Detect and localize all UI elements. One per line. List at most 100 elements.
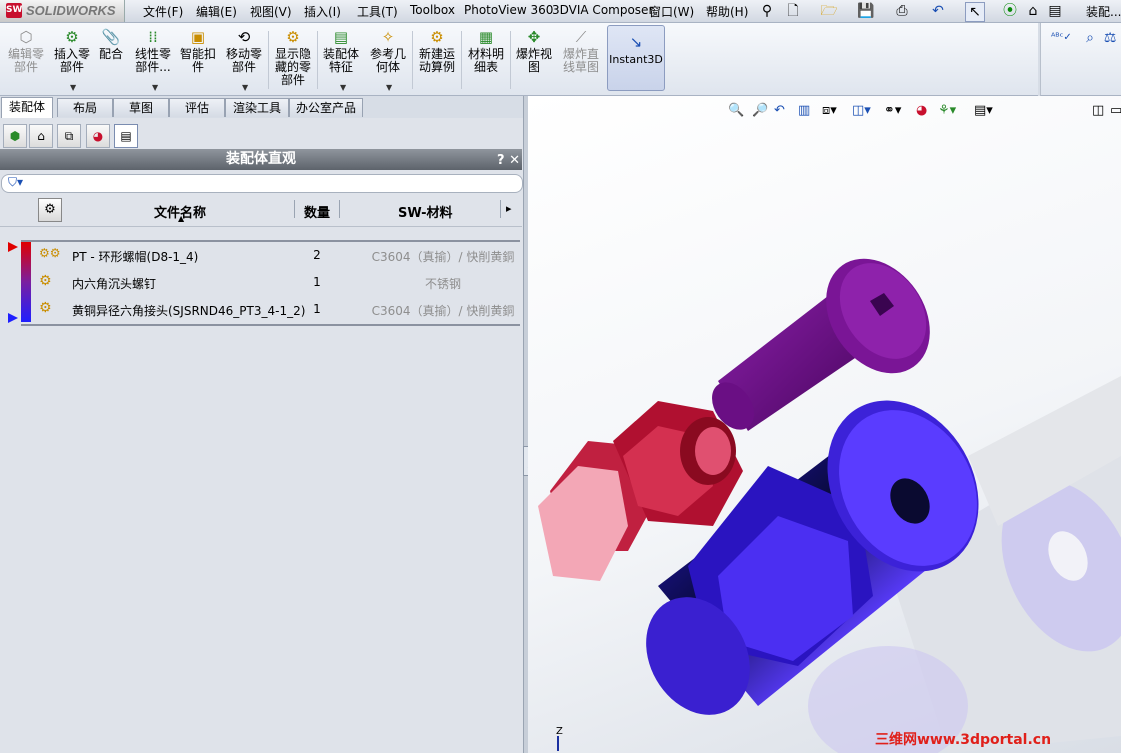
assembly-feature-icon: ▤: [333, 28, 349, 46]
slider-top-marker[interactable]: [8, 242, 18, 252]
assembly-visualization-icon[interactable]: ▤: [114, 124, 138, 148]
exploded-view-button[interactable]: ✥ 爆炸视 图: [513, 27, 555, 74]
close-icon[interactable]: ✕: [509, 153, 520, 168]
tab-layout[interactable]: 布局: [57, 98, 113, 117]
measure-icon[interactable]: ⌕: [1081, 29, 1099, 47]
edit-appearance-icon[interactable]: ◕: [916, 103, 927, 118]
feature-manager-icon[interactable]: ⬢: [3, 124, 27, 148]
menu-photoview[interactable]: PhotoView 360: [464, 3, 553, 17]
column-header-material[interactable]: SW-材料: [398, 202, 453, 221]
view-settings-icon[interactable]: ▤▾: [974, 103, 993, 118]
view-orientation-icon[interactable]: ⧈▾: [822, 103, 837, 118]
assembly-features-button[interactable]: ▤ 装配体 特征: [320, 27, 362, 74]
menu-insert[interactable]: 插入(I): [304, 3, 341, 20]
mass-properties-icon[interactable]: ⚖: [1101, 29, 1119, 47]
tab-assembly[interactable]: 装配体: [1, 97, 53, 118]
column-divider[interactable]: [294, 200, 295, 218]
new-document-icon[interactable]: 🗋: [784, 2, 802, 20]
smart-fastener-button[interactable]: ▣ 智能扣 件: [178, 27, 218, 74]
menu-tools[interactable]: 工具(T): [357, 3, 398, 20]
show-hidden-components-button[interactable]: ⚙ 显示隐 藏的零 部件: [272, 27, 314, 87]
select-pointer-icon[interactable]: ↖: [965, 2, 985, 22]
bill-of-materials-button[interactable]: ▦ 材料明 细表: [465, 27, 507, 74]
pin-icon[interactable]: ⚲: [758, 2, 776, 20]
command-separator: [461, 31, 462, 89]
move-component-button[interactable]: ⟲ 移动零 部件: [223, 27, 265, 74]
chevron-down-icon[interactable]: ▼: [386, 83, 392, 92]
insert-component-button[interactable]: ⚙ 插入零 部件: [52, 27, 92, 74]
insert-component-icon: ⚙: [65, 28, 79, 46]
linear-pattern-icon: ⁞⁞: [148, 28, 158, 46]
instant3d-button[interactable]: ↘ Instant3D: [607, 25, 665, 91]
row-file-name: PT - 环形螺帽(D8-1_4): [72, 250, 199, 264]
column-header-quantity[interactable]: 数量: [304, 202, 330, 221]
chevron-down-icon[interactable]: ▼: [242, 83, 248, 92]
section-view-icon[interactable]: ▥: [798, 103, 810, 118]
graphics-viewport[interactable]: [528, 96, 1121, 753]
menu-edit[interactable]: 编辑(E): [196, 3, 237, 20]
solidworks-logo[interactable]: SW SOLIDWORKS: [0, 0, 125, 22]
bom-icon: ▦: [478, 28, 494, 46]
reference-geometry-button[interactable]: ✧ 参考几 何体: [367, 27, 409, 74]
explode-line-sketch-button[interactable]: ⟋ 爆炸直 线草图: [559, 27, 603, 74]
menu-toolbox[interactable]: Toolbox: [410, 3, 455, 17]
apply-scene-icon[interactable]: ⚘▾: [938, 103, 956, 118]
zoom-to-area-icon[interactable]: 🔎: [752, 103, 768, 118]
traffic-light-icon[interactable]: ⦿: [1001, 2, 1019, 20]
table-row[interactable]: ⚙ 内六角沉头螺钉 1 不锈钢: [21, 269, 520, 295]
linear-pattern-button[interactable]: ⁞⁞ 线性零 部件...: [132, 27, 174, 74]
configuration-manager-icon[interactable]: ⧉: [57, 124, 81, 148]
undo-icon[interactable]: ↶: [929, 2, 947, 20]
tab-office-products[interactable]: 办公室产品: [289, 98, 363, 117]
row-material: C3604（真揄）/ 快削黄銅: [371, 304, 515, 318]
tab-evaluate[interactable]: 评估: [169, 98, 225, 117]
part-icon: ⚙: [39, 300, 52, 316]
menu-view[interactable]: 视图(V): [250, 3, 292, 20]
command-separator: [510, 31, 511, 89]
menu-window[interactable]: 窗口(W): [649, 3, 694, 20]
menu-file[interactable]: 文件(F): [143, 3, 183, 20]
model-render: [538, 258, 1121, 753]
group-component-icon[interactable]: ⚙: [38, 198, 62, 222]
command-separator: [412, 31, 413, 89]
edit-component-button[interactable]: ⬡ 编辑零 部件: [6, 27, 46, 74]
filter-icon[interactable]: ⛉▾: [8, 175, 23, 190]
slider-bottom-marker[interactable]: [8, 313, 18, 323]
viewport-layout-icon[interactable]: ◫: [1092, 103, 1104, 118]
print-icon[interactable]: ⎙: [893, 2, 911, 20]
table-header: 文件名称 ▲ 数量 SW-材料 ▸: [0, 194, 522, 227]
mate-button[interactable]: 📎 配合: [96, 27, 126, 61]
chevron-down-icon[interactable]: ▼: [70, 83, 76, 92]
table-row[interactable]: ⚙⚙ PT - 环形螺帽(D8-1_4) 2 C3604（真揄）/ 快削黄銅: [21, 242, 520, 268]
display-manager-icon[interactable]: ◕: [86, 124, 110, 148]
more-columns-icon[interactable]: ▸: [506, 202, 512, 215]
brand-name: SOLIDWORKS: [26, 3, 116, 18]
file-properties-icon[interactable]: ⌂: [1024, 2, 1042, 20]
chevron-down-icon[interactable]: ▼: [152, 83, 158, 92]
sort-arrow-icon: ▲: [178, 214, 185, 223]
save-icon[interactable]: 💾: [857, 2, 875, 20]
table-row[interactable]: ⚙ 黄铜异径六角接头(SJSRND46_PT3_4-1_2) 1 C3604（真…: [21, 296, 520, 322]
previous-view-icon[interactable]: ↶: [774, 103, 785, 118]
menu-help[interactable]: 帮助(H): [706, 3, 748, 20]
row-material: 不锈钢: [424, 277, 461, 291]
help-icon[interactable]: ?: [497, 153, 505, 168]
column-divider[interactable]: [339, 200, 340, 218]
tab-render-tools[interactable]: 渲染工具: [225, 98, 289, 117]
filter-bar[interactable]: ⛉▾: [1, 174, 523, 193]
nut-front-face: [538, 466, 628, 581]
spell-check-icon[interactable]: ᴬᴮᶜ✓: [1051, 29, 1072, 47]
column-divider[interactable]: [500, 200, 501, 218]
chevron-down-icon[interactable]: ▼: [340, 83, 346, 92]
menu-3dvia-composer[interactable]: 3DVIA Composer: [552, 3, 653, 17]
move-component-icon: ⟲: [237, 28, 251, 46]
display-style-icon[interactable]: ◫▾: [852, 103, 871, 118]
property-manager-icon[interactable]: ⌂: [29, 124, 53, 148]
open-folder-icon[interactable]: 🗁: [820, 2, 838, 20]
zoom-to-fit-icon[interactable]: 🔍: [728, 103, 744, 118]
viewport-maximize-icon[interactable]: ▭: [1110, 103, 1121, 118]
new-motion-study-button[interactable]: ⚙ 新建运 动算例: [416, 27, 458, 74]
tab-sketch[interactable]: 草图: [113, 98, 169, 117]
hide-show-items-icon[interactable]: ⚭▾: [884, 103, 901, 118]
options-icon[interactable]: ▤: [1046, 2, 1064, 20]
